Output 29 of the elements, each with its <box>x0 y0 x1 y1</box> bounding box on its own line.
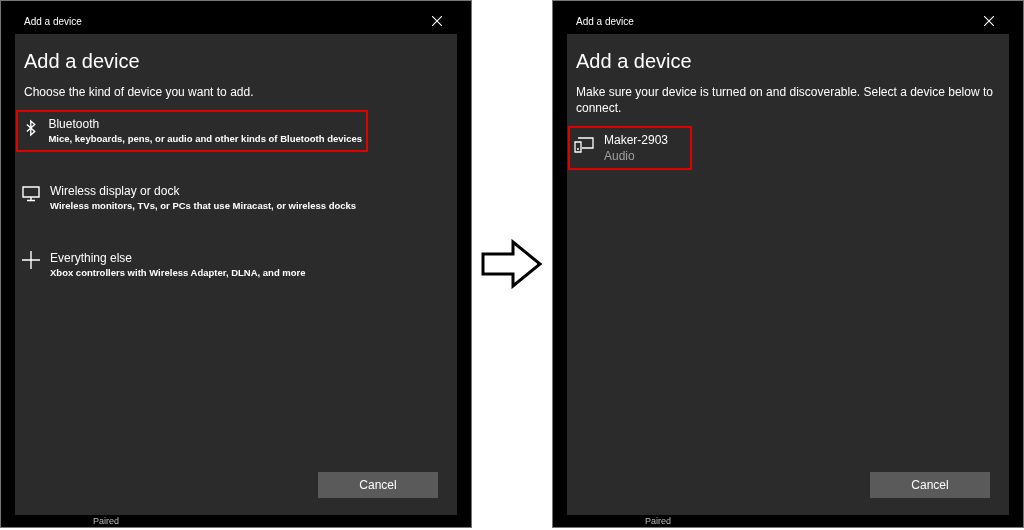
cancel-button[interactable]: Cancel <box>318 472 438 498</box>
instruction-text: Choose the kind of device you want to add. <box>24 84 255 100</box>
window-title: Add a device <box>576 14 634 29</box>
dialog-heading: Add a device <box>576 49 693 74</box>
item-description: Wireless monitors, TVs, or PCs that use Miracast, or wireless docks <box>50 199 357 213</box>
instruction-text: Make sure your device is turned on and discoverable. Select a device below to connect. <box>576 84 994 116</box>
window-title: Add a device <box>24 14 82 29</box>
close-icon[interactable] <box>432 16 442 26</box>
device-type-option[interactable]: Everything else Xbox controllers with Wireless Adapter, DLNA, and more <box>16 244 368 286</box>
bluetooth-icon <box>26 119 37 137</box>
monitor-icon <box>22 186 40 202</box>
cancel-button[interactable]: Cancel <box>870 472 990 498</box>
item-description: Mice, keyboards, pens, or audio and other kinds of Bluetooth devices <box>48 132 362 146</box>
device-type-option[interactable]: Wireless display or dock Wireless monitors, TVs, or PCs that use Miracast, or wireless docks <box>16 177 368 219</box>
item-description: Xbox controllers with Wireless Adapter, DLNA, and more <box>50 266 306 280</box>
device-type-option[interactable]: Bluetooth Mice, keyboards, pens, or audio and other kinds of Bluetooth devices <box>16 110 368 152</box>
status-text: Paired <box>93 515 119 527</box>
device-icon <box>574 135 594 153</box>
plus-icon <box>22 251 40 269</box>
status-text: Paired <box>645 515 671 527</box>
right-arrow-icon <box>481 239 543 289</box>
item-subtitle: Audio <box>604 148 636 164</box>
item-title: Bluetooth <box>48 116 101 132</box>
close-icon[interactable] <box>984 16 994 26</box>
device-list-item[interactable]: Maker-2903 Audio <box>568 126 692 170</box>
item-title: Wireless display or dock <box>50 183 181 199</box>
item-title: Everything else <box>50 250 134 266</box>
dialog-heading: Add a device <box>24 49 141 74</box>
item-title: Maker-2903 <box>604 132 669 148</box>
